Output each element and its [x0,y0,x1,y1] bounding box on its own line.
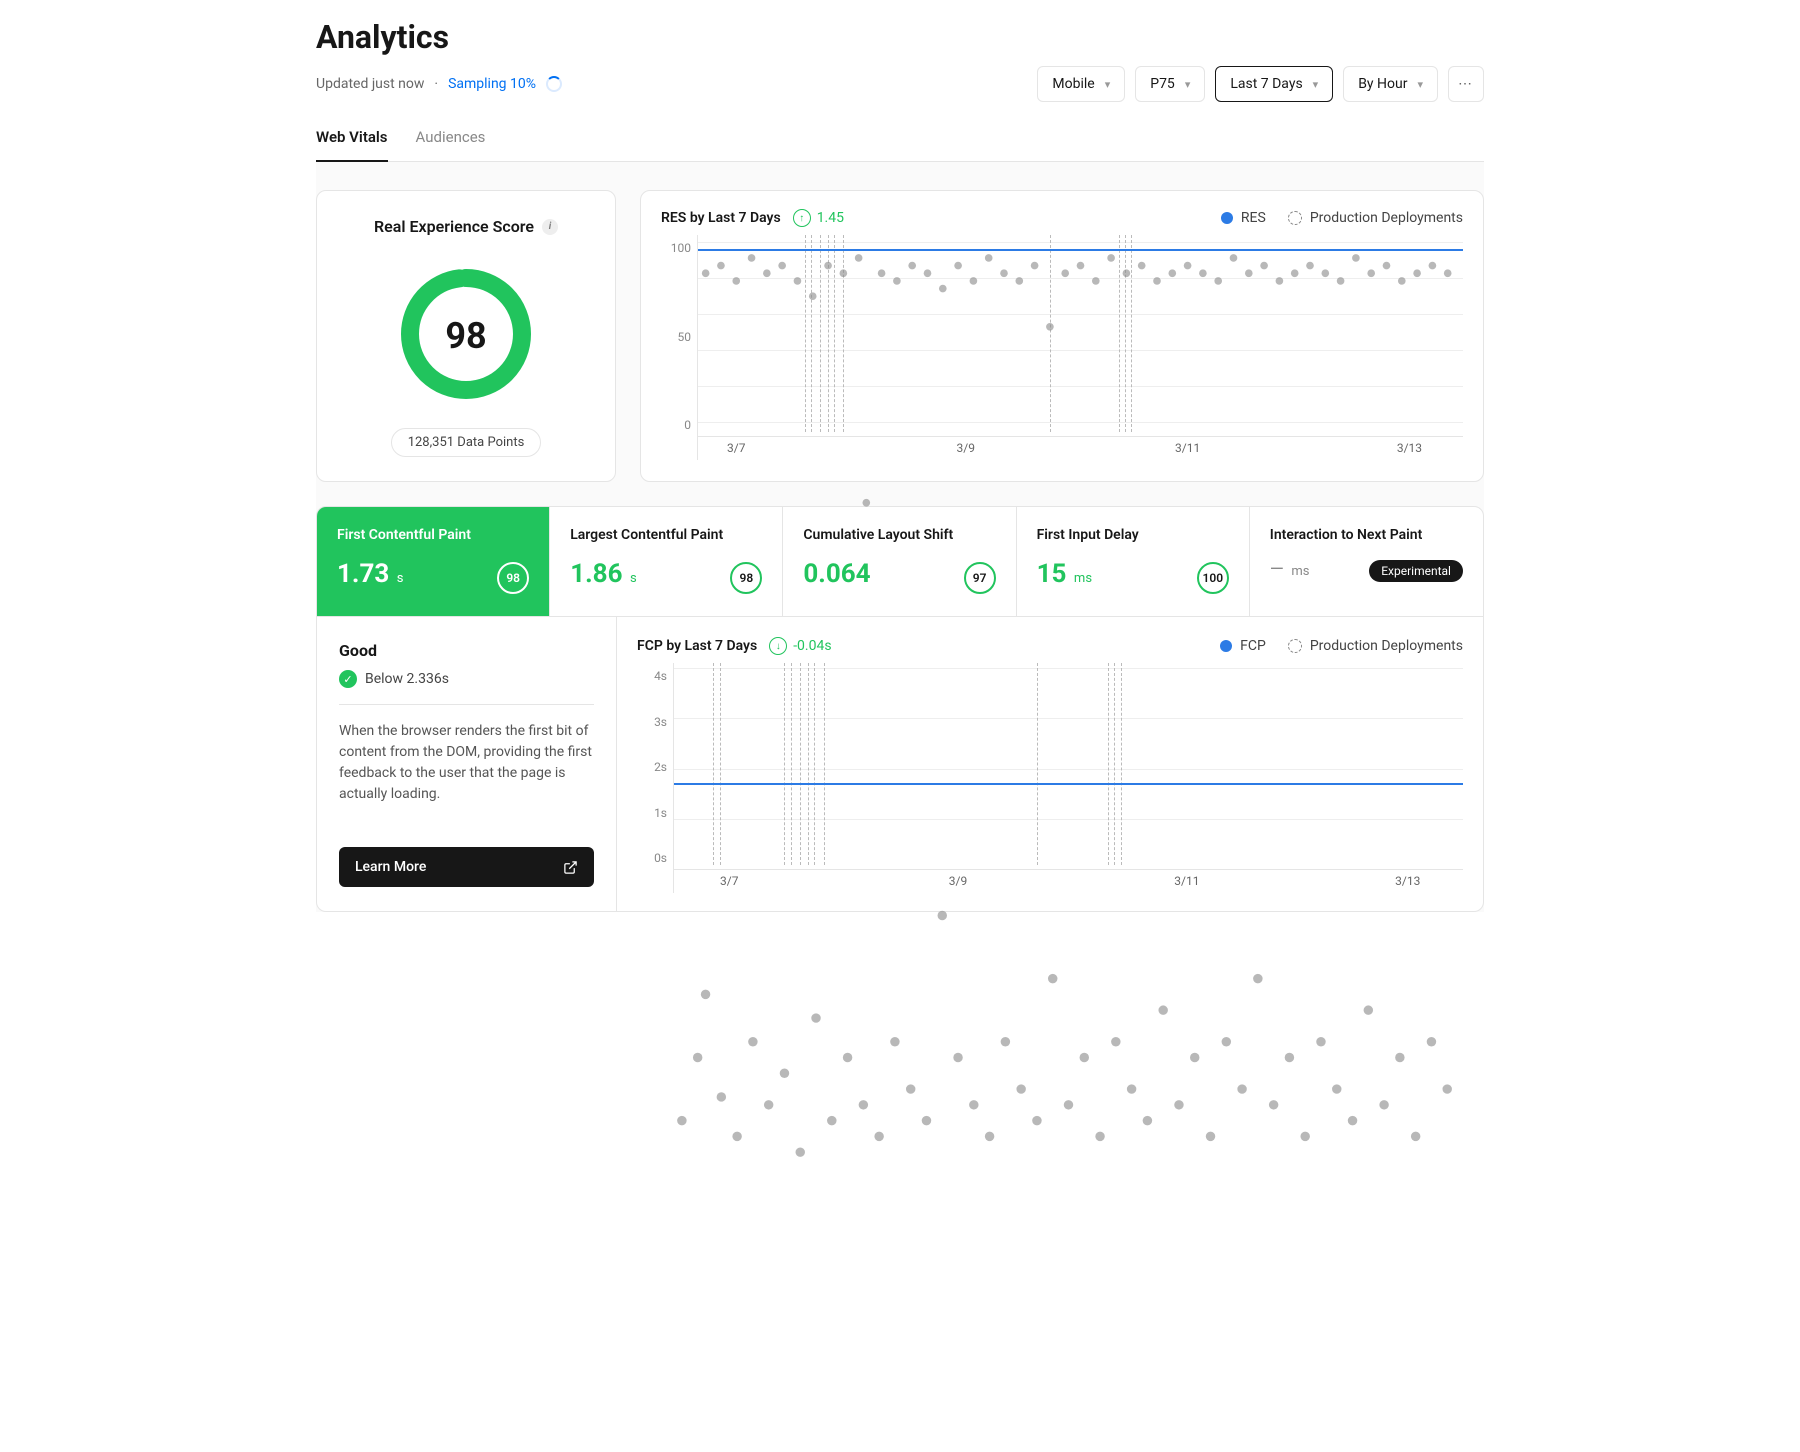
info-icon[interactable]: i [542,219,558,235]
tab-audiences[interactable]: Audiences [416,128,486,162]
page-title: Analytics [316,18,1484,56]
chevron-down-icon: ▾ [1417,78,1423,91]
more-horizontal-icon: ⋯ [1458,76,1474,92]
chevron-down-icon: ▾ [1105,78,1111,91]
data-points-pill: 128,351 Data Points [391,428,542,457]
arrow-up-icon: ↑ [793,209,811,227]
dashed-circle-icon [1288,639,1302,653]
metric-inp[interactable]: Interaction to Next Paint — ms Experimen… [1250,507,1483,616]
rating-label: Good [339,641,594,660]
metric-fcp[interactable]: First Contentful Paint 1.73 s 98 [317,507,550,616]
score-ring: 98 [730,562,762,594]
res-plot[interactable]: 3/7 3/9 3/11 3/13 [697,235,1463,460]
legend-fcp: FCP [1220,638,1266,654]
experimental-badge: Experimental [1369,560,1463,582]
fcp-delta: ↓ -0.04s [769,637,831,655]
metric-description: When the browser renders the first bit o… [339,721,594,805]
res-score-value: 98 [396,264,536,408]
percentile-select[interactable]: P75▾ [1135,66,1205,102]
metric-detail-panel: Good ✓ Below 2.336s When the browser ren… [317,617,617,911]
score-ring: 98 [497,562,529,594]
sampling-link[interactable]: Sampling 10% [448,76,536,92]
chevron-down-icon: ▾ [1313,78,1319,91]
dot-icon [1221,212,1233,224]
legend-res: RES [1221,210,1266,226]
threshold-text: Below 2.336s [365,671,449,687]
res-delta: ↑ 1.45 [793,209,844,227]
chevron-down-icon: ▾ [1185,78,1191,91]
res-chart-title: RES by Last 7 Days [661,210,781,226]
dot-icon [1220,640,1232,652]
tab-web-vitals[interactable]: Web Vitals [316,128,388,162]
dashed-circle-icon [1288,211,1302,225]
fcp-chart-card: FCP by Last 7 Days ↓ -0.04s FCP Producti… [617,617,1483,911]
check-circle-icon: ✓ [339,670,357,688]
metric-lcp[interactable]: Largest Contentful Paint 1.86 s 98 [550,507,783,616]
external-link-icon [563,860,578,875]
metric-cls[interactable]: Cumulative Layout Shift 0.064 97 [783,507,1016,616]
fcp-x-axis: 3/7 3/9 3/11 3/13 [674,869,1463,893]
updated-text: Updated just now [316,76,424,92]
score-ring: 100 [1197,562,1229,594]
granularity-select[interactable]: By Hour▾ [1343,66,1438,102]
res-x-axis: 3/7 3/9 3/11 3/13 [698,436,1463,460]
res-score-card: Real Experience Score i 98 128,351 Data … [316,190,616,482]
res-title: Real Experience Score [374,217,534,236]
loading-spinner-icon [546,76,562,92]
date-range-select[interactable]: Last 7 Days▾ [1215,66,1333,102]
more-menu-button[interactable]: ⋯ [1448,66,1484,102]
arrow-down-icon: ↓ [769,637,787,655]
res-chart-card: RES by Last 7 Days ↑ 1.45 RES Production… [640,190,1484,482]
res-y-axis: 100 50 0 [661,235,697,460]
fcp-plot[interactable]: 3/7 3/9 3/11 3/13 [673,663,1463,893]
learn-more-button[interactable]: Learn More [339,847,594,887]
fcp-chart-title: FCP by Last 7 Days [637,638,757,654]
legend-deployments: Production Deployments [1288,210,1463,226]
fcp-y-axis: 4s 3s 2s 1s 0s [637,663,673,893]
legend-deployments: Production Deployments [1288,638,1463,654]
device-select[interactable]: Mobile▾ [1037,66,1125,102]
score-ring: 97 [964,562,996,594]
metrics-tabs: First Contentful Paint 1.73 s 98 Largest… [316,506,1484,617]
metric-fid[interactable]: First Input Delay 15 ms 100 [1017,507,1250,616]
